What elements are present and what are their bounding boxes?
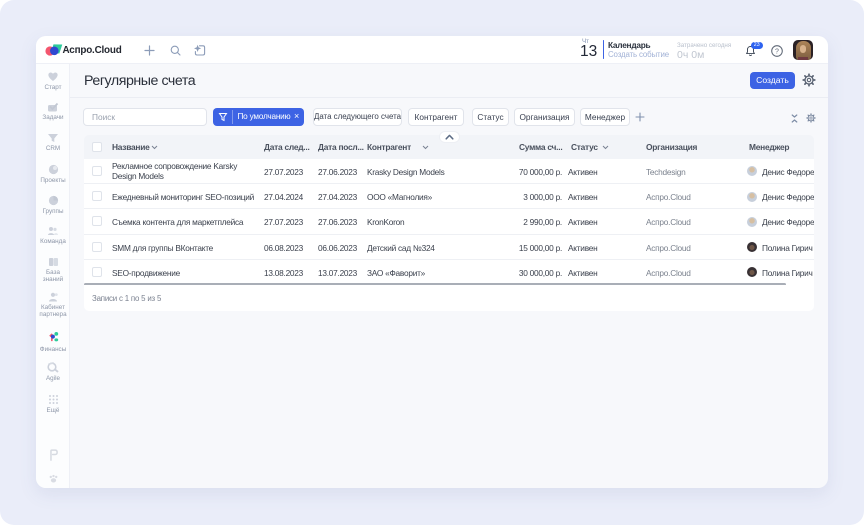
svg-text:?: ? [775, 49, 779, 56]
